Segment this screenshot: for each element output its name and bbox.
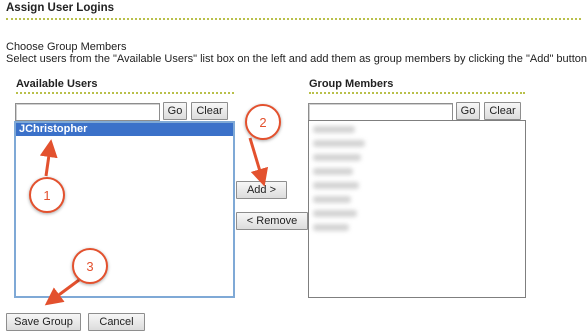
- callout-badge: 3: [72, 248, 108, 284]
- available-users-heading: Available Users: [16, 78, 98, 90]
- group-members-go-button[interactable]: Go: [456, 102, 480, 120]
- group-members-listbox[interactable]: [308, 120, 526, 298]
- remove-button[interactable]: < Remove: [236, 212, 308, 230]
- available-user-option[interactable]: JChristopher: [16, 123, 233, 136]
- blurred-member: [313, 182, 359, 189]
- cancel-button[interactable]: Cancel: [88, 313, 145, 331]
- group-members-divider: [309, 92, 525, 94]
- instructions-heading: Choose Group Members: [6, 41, 127, 53]
- blurred-member: [313, 224, 349, 231]
- callout-badge: 2: [245, 104, 281, 140]
- blurred-member: [313, 126, 355, 133]
- group-members-search-input[interactable]: [308, 103, 453, 121]
- available-users-search-input[interactable]: [15, 103, 160, 121]
- available-users-divider: [16, 92, 234, 94]
- blurred-member: [313, 196, 351, 203]
- group-members-heading: Group Members: [309, 78, 394, 90]
- blurred-member: [313, 168, 353, 175]
- available-users-clear-button[interactable]: Clear: [191, 102, 228, 120]
- section-divider: [6, 18, 581, 20]
- section-title: Assign User Logins: [6, 2, 114, 14]
- add-button[interactable]: Add >: [236, 181, 287, 199]
- group-members-clear-button[interactable]: Clear: [484, 102, 521, 120]
- blurred-member: [313, 140, 365, 147]
- blurred-member: [313, 210, 357, 217]
- instructions-text: Select users from the "Available Users" …: [6, 53, 587, 65]
- save-group-button[interactable]: Save Group: [6, 313, 81, 331]
- blurred-member: [313, 154, 361, 161]
- callout-badge: 1: [29, 177, 65, 213]
- available-users-go-button[interactable]: Go: [163, 102, 187, 120]
